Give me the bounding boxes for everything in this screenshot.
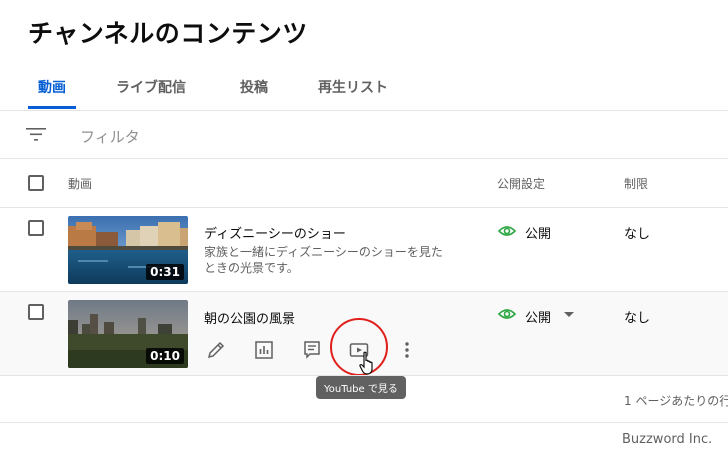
chevron-down-icon[interactable] [563,311,575,319]
filter-icon[interactable] [26,126,46,142]
analytics-icon[interactable] [253,339,275,361]
comments-icon[interactable] [301,339,323,361]
tab-posts[interactable]: 投稿 [240,77,268,97]
footer-credit: Buzzword Inc. [622,432,713,447]
eye-icon [498,226,516,236]
video-title[interactable]: 朝の公園の風景 [204,308,295,327]
rows-per-page-label: 1 ページあたりの行 [624,394,728,408]
tooltip: YouTube で見る [316,376,406,399]
video-thumbnail[interactable]: 0:10 [68,300,188,368]
video-description-line: ときの光景です。 [204,261,299,275]
video-description: 家族と一緒にディズニーシーのショーを見た ときの光景です。 [204,244,443,276]
video-thumbnail[interactable]: 0:31 [68,216,188,284]
more-vert-icon[interactable] [396,339,418,361]
duration-badge: 0:10 [146,348,184,364]
select-all-checkbox[interactable] [28,175,44,191]
eye-icon [498,309,516,319]
visibility-label: 公開 [525,227,552,242]
header-visibility: 公開設定 [497,177,546,191]
divider [0,158,728,159]
video-title[interactable]: ディズニーシーのショー [204,223,346,242]
restrictions-value: なし [624,227,651,242]
active-tab-indicator [28,106,76,109]
header-video: 動画 [68,177,93,191]
visibility-label: 公開 [525,311,552,326]
row-checkbox[interactable] [28,220,44,236]
divider [0,422,728,423]
row-checkbox[interactable] [28,304,44,320]
pencil-icon[interactable] [205,339,227,361]
tab-videos[interactable]: 動画 [38,77,66,97]
page-title: チャンネルのコンテンツ [28,19,308,48]
divider [0,207,728,208]
tab-playlists[interactable]: 再生リスト [318,77,388,97]
divider [0,110,728,111]
tab-live[interactable]: ライブ配信 [116,77,186,97]
header-restrictions: 制限 [624,177,649,191]
duration-badge: 0:31 [146,264,184,280]
hand-cursor-icon [359,351,373,375]
filter-input[interactable]: フィルタ [80,126,140,147]
restrictions-value: なし [624,311,651,326]
video-description-line: 家族と一緒にディズニーシーのショーを見た [204,245,443,259]
